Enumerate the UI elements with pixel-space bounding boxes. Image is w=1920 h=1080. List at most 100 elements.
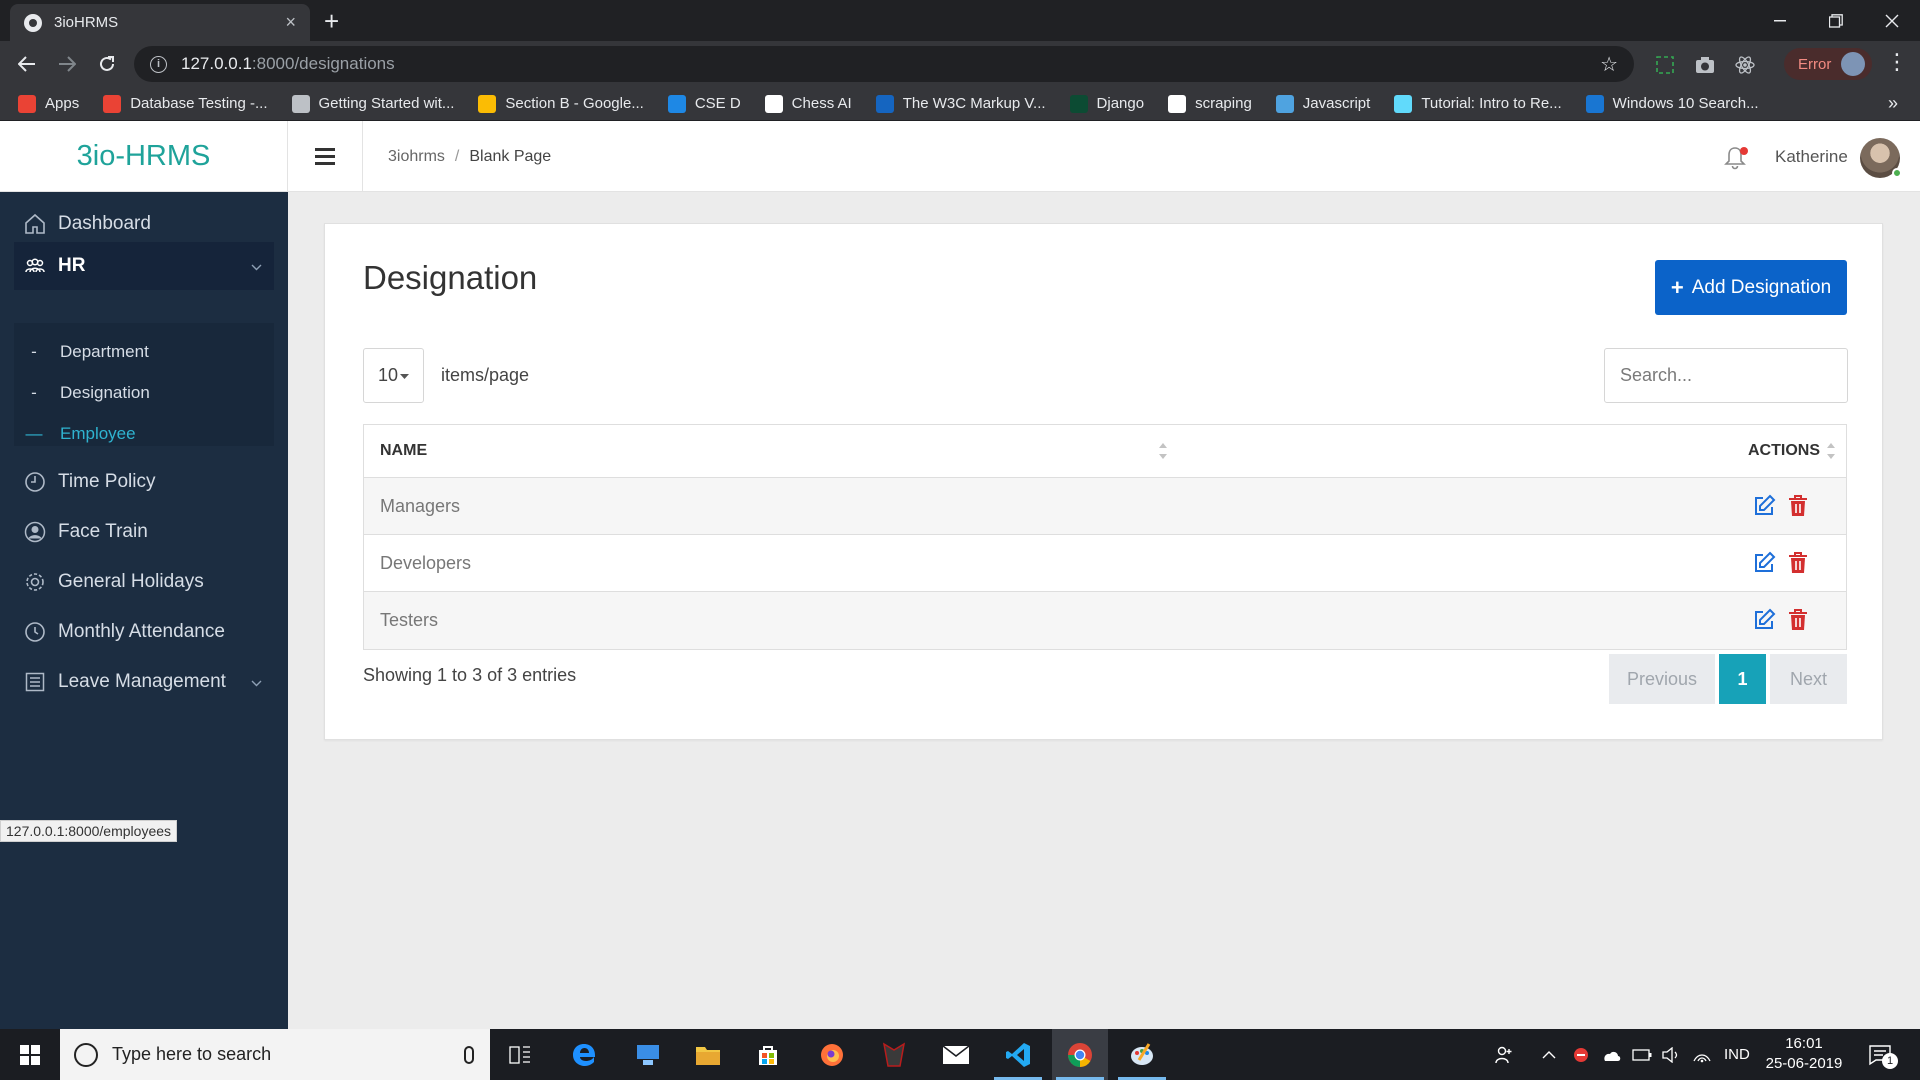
screenshot-extension-icon[interactable] [1654, 54, 1676, 76]
classroom-icon [667, 94, 686, 113]
bookmark-item[interactable]: Chess AI [764, 94, 852, 113]
bookmark-item[interactable]: Apps [18, 94, 79, 113]
delete-icon[interactable] [1787, 494, 1809, 518]
search-input[interactable] [1604, 348, 1848, 403]
show-hidden-icons-chevron-icon[interactable] [1542, 1029, 1556, 1080]
table-body: Managers Developers Testers [364, 478, 1846, 649]
predator-app-icon[interactable] [866, 1029, 922, 1080]
reload-icon[interactable] [92, 49, 122, 79]
bookmark-item[interactable]: Javascript [1275, 94, 1370, 113]
submenu-marker: — [25, 424, 43, 443]
submenu-item-department[interactable]: - Department [14, 333, 149, 371]
taskbar-clock[interactable]: 16:01 25-06-2019 [1764, 1034, 1844, 1074]
microsoft-store-icon[interactable] [740, 1029, 796, 1080]
sidebar-item-monthly-attendance[interactable]: Monthly Attendance [14, 608, 274, 656]
mail-icon[interactable] [928, 1029, 984, 1080]
back-icon[interactable] [12, 49, 42, 79]
taskbar-search-box[interactable]: Type here to search [60, 1029, 490, 1080]
bookmark-item[interactable]: Tutorial: Intro to Re... [1394, 94, 1562, 113]
user-name[interactable]: Katherine [1775, 121, 1848, 192]
edit-icon[interactable] [1752, 494, 1776, 518]
store-app-icon[interactable] [620, 1029, 676, 1080]
pagination-page-1[interactable]: 1 [1719, 654, 1766, 704]
column-header-actions[interactable]: ACTIONS [1748, 442, 1820, 460]
bookmark-item[interactable]: Section B - Google... [478, 94, 644, 113]
paint-app-icon[interactable] [1114, 1029, 1170, 1080]
column-header-name[interactable]: NAME [380, 442, 427, 460]
file-explorer-icon[interactable] [680, 1029, 736, 1080]
bookmark-label: Section B - Google... [505, 95, 644, 112]
people-icon[interactable] [1494, 1029, 1514, 1080]
sort-icon[interactable] [1826, 443, 1836, 459]
battery-icon[interactable] [1632, 1029, 1652, 1080]
restore-icon[interactable] [1808, 0, 1864, 41]
w3c-icon [875, 94, 894, 113]
sidebar-item-dashboard[interactable]: Dashboard [14, 200, 274, 248]
page-size-select[interactable]: 10 [363, 348, 424, 403]
vscode-icon[interactable] [990, 1029, 1046, 1080]
sidebar-item-leave-management[interactable]: Leave Management [14, 658, 274, 706]
add-designation-button[interactable]: + Add Designation [1655, 260, 1847, 315]
delete-icon[interactable] [1787, 608, 1809, 632]
bookmark-item[interactable]: The W3C Markup V... [875, 94, 1046, 113]
bookmark-item[interactable]: Windows 10 Search... [1585, 94, 1759, 113]
address-bar[interactable]: i 127.0.0.1:8000/designations ☆ [134, 46, 1634, 82]
submenu-item-designation[interactable]: - Designation [14, 374, 150, 412]
more-bookmarks-icon[interactable]: » [1888, 93, 1898, 114]
chevron-down-icon [251, 259, 262, 274]
site-info-icon[interactable]: i [150, 55, 167, 73]
wifi-icon[interactable] [1692, 1029, 1712, 1080]
pagination-previous[interactable]: Previous [1609, 654, 1715, 704]
delete-icon[interactable] [1787, 551, 1809, 575]
task-view-icon[interactable] [492, 1029, 548, 1080]
brand-logo[interactable]: 3io-HRMS [0, 121, 288, 192]
edge-browser-icon[interactable] [556, 1029, 612, 1080]
firefox-icon[interactable] [804, 1029, 860, 1080]
microphone-icon[interactable] [464, 1045, 474, 1064]
tab-title: 3ioHRMS [54, 14, 119, 31]
bookmark-item[interactable]: Database Testing -... [103, 94, 268, 113]
apps-grid-icon [18, 94, 36, 113]
edit-icon[interactable] [1752, 551, 1776, 575]
react-devtools-icon[interactable] [1734, 54, 1756, 76]
submenu-marker: - [31, 342, 37, 361]
bookmark-item[interactable]: scraping [1168, 94, 1252, 113]
tab-close-icon[interactable]: × [285, 12, 296, 33]
breadcrumb-home[interactable]: 3iohrms [388, 148, 445, 166]
pagination-next[interactable]: Next [1770, 654, 1847, 704]
bookmark-item[interactable]: Getting Started wit... [291, 94, 454, 113]
bookmark-star-icon[interactable]: ☆ [1600, 52, 1618, 77]
browser-menu-icon[interactable]: ⋮ [1886, 49, 1908, 75]
bookmark-item[interactable]: Django [1069, 94, 1144, 113]
sidebar-item-hr[interactable]: HR [14, 242, 274, 290]
volume-icon[interactable] [1662, 1029, 1682, 1080]
minimize-icon[interactable] [1752, 0, 1808, 41]
onedrive-tray-icon[interactable] [1600, 1029, 1622, 1080]
forward-icon[interactable] [52, 49, 82, 79]
sidebar-item-time-policy[interactable]: Time Policy [14, 458, 274, 506]
sidebar: Dashboard HR - Department - Designation [0, 192, 288, 1029]
camera-extension-icon[interactable] [1694, 54, 1716, 76]
bookmark-label: The W3C Markup V... [902, 95, 1046, 112]
javascript-icon [1275, 94, 1294, 113]
chrome-icon [291, 94, 310, 113]
input-language[interactable]: IND [1724, 1029, 1750, 1080]
submenu-item-employee[interactable]: — Employee [14, 415, 136, 453]
action-center-icon[interactable]: 1 [1868, 1029, 1898, 1080]
edit-icon[interactable] [1752, 608, 1776, 632]
windows-start-icon[interactable] [0, 1029, 60, 1080]
browser-tab[interactable]: 3ioHRMS × [10, 4, 310, 41]
new-tab-button[interactable]: + [324, 6, 339, 36]
sidebar-item-general-holidays[interactable]: General Holidays [14, 558, 274, 606]
sidebar-item-label: Leave Management [58, 671, 226, 692]
url-path: :8000/designations [251, 54, 395, 73]
antivirus-tray-icon[interactable] [1572, 1029, 1590, 1080]
profile-error-button[interactable]: Error [1784, 48, 1872, 80]
sort-icon[interactable] [1158, 443, 1168, 459]
bookmark-item[interactable]: CSE D [667, 94, 741, 113]
sidebar-item-face-train[interactable]: Face Train [14, 508, 274, 556]
chrome-icon[interactable] [1052, 1029, 1108, 1080]
table-row: Testers [364, 592, 1846, 649]
menu-toggle-button[interactable] [288, 121, 363, 192]
close-window-icon[interactable] [1864, 0, 1920, 41]
